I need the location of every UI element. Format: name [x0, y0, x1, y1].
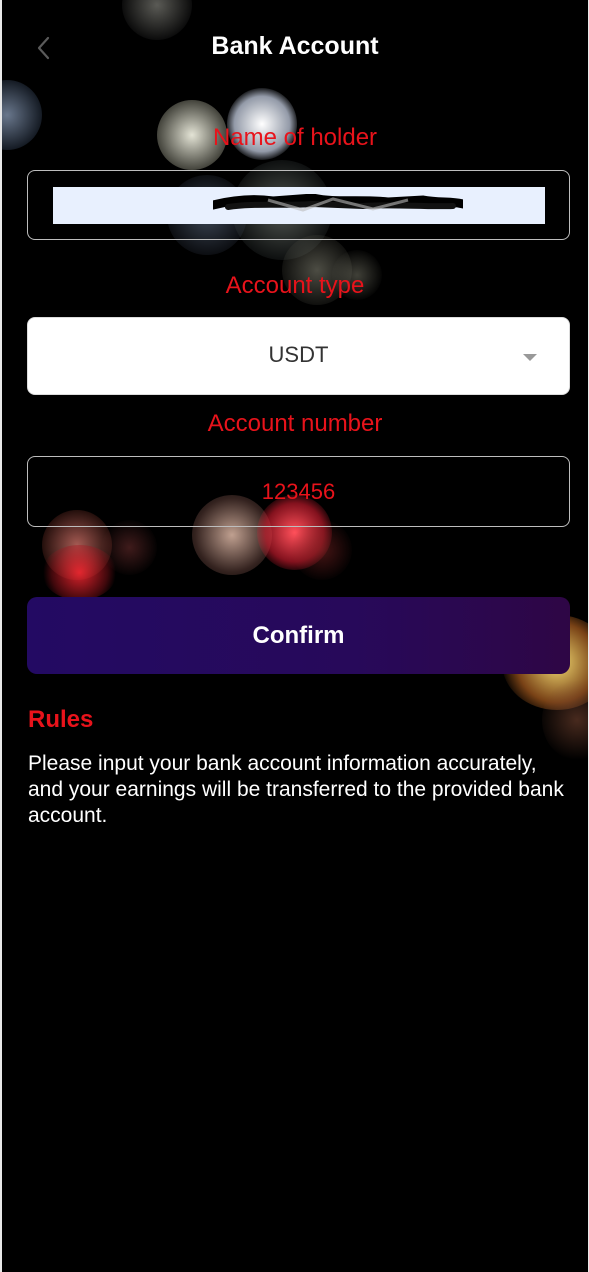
account-number-input[interactable]: 123456: [28, 479, 569, 505]
bokeh-light: [42, 545, 117, 600]
header: Bank Account: [2, 0, 588, 96]
account-type-label: Account type: [225, 272, 365, 299]
account-number-label: Account number: [207, 410, 383, 437]
bokeh-light: [542, 680, 588, 760]
page-title: Bank Account: [211, 32, 379, 60]
account-type-select[interactable]: USDT: [27, 317, 570, 395]
account-type-value: USDT: [268, 342, 329, 367]
rules-text: Please input your bank account informati…: [28, 752, 564, 827]
account-number-field[interactable]: 123456: [27, 456, 570, 527]
caret-down-icon: [523, 354, 537, 361]
bokeh-light: [102, 520, 157, 575]
redaction-scribble: [213, 194, 463, 212]
holder-label: Name of holder: [212, 124, 378, 151]
confirm-button[interactable]: Confirm: [27, 597, 570, 674]
bokeh-light: [292, 520, 352, 580]
rules-title: Rules: [28, 706, 94, 733]
screen: Bank Account Name of holder Account type…: [0, 0, 589, 1272]
holder-name-field[interactable]: [27, 170, 570, 240]
